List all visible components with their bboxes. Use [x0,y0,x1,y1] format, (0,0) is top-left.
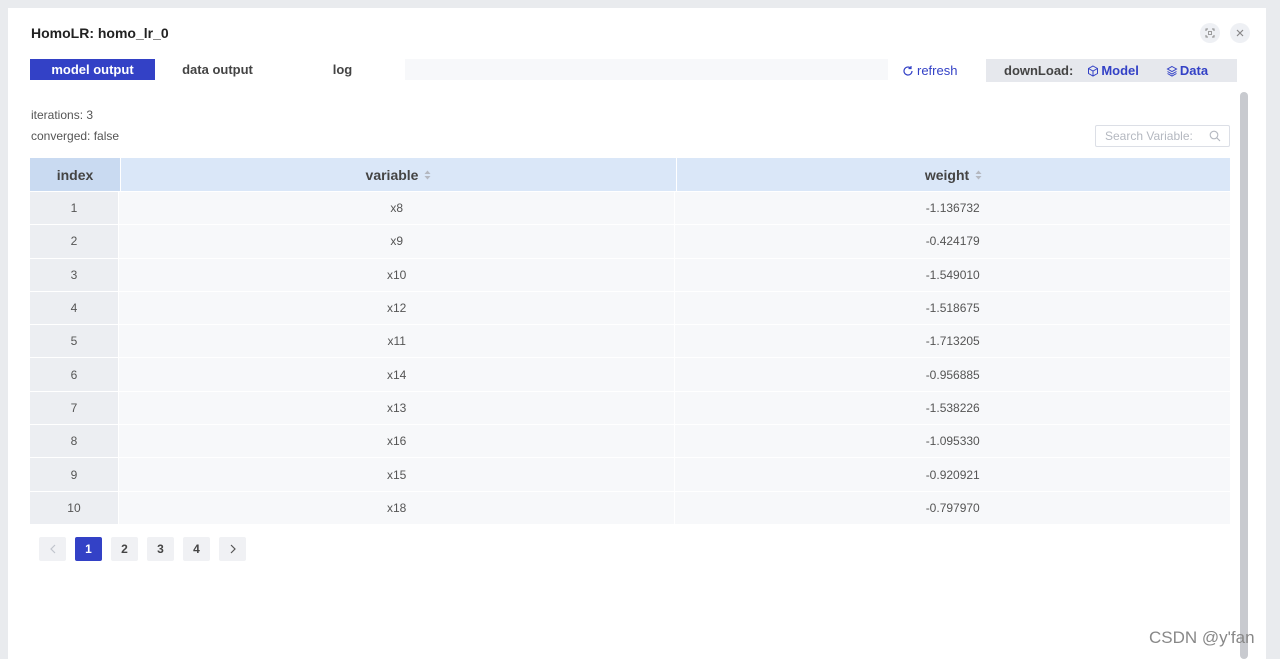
download-data-label: Data [1179,63,1209,78]
layers-icon [1166,65,1178,77]
cell-weight: -1.549010 [675,258,1230,291]
table-row: 5 x11 -1.713205 [30,324,1230,358]
table-header: index variable weight [30,158,1230,191]
chevron-left-icon [49,544,55,554]
converged-text: converged: false [31,129,120,143]
search-box[interactable] [1095,125,1230,147]
cell-variable: x14 [118,358,675,391]
search-variable-input[interactable] [1105,129,1209,143]
page-button-1[interactable]: 1 [75,537,102,561]
cell-variable: x16 [118,425,675,458]
cell-index: 1 [30,192,118,225]
cell-weight: -0.956885 [675,358,1230,391]
iterations-text: iterations: 3 [31,108,94,122]
cell-index: 5 [30,325,118,358]
cell-weight: -0.920921 [675,458,1230,491]
cell-weight: -1.713205 [675,325,1230,358]
search-icon [1209,130,1221,142]
close-icon[interactable] [1230,23,1250,43]
cell-variable: x15 [118,458,675,491]
cell-index: 4 [30,291,118,325]
table-row: 1 x8 -1.136732 [30,191,1230,225]
output-tabs: model output data output log [30,59,405,80]
cube-icon [1088,64,1099,77]
cell-weight: -1.518675 [675,291,1230,325]
sort-icon[interactable] [424,170,431,180]
column-header-label: weight [924,166,970,183]
refresh-label: refresh [917,63,958,78]
cell-variable: x9 [118,225,675,258]
table-row: 8 x16 -1.095330 [30,424,1230,458]
prev-page-button[interactable] [39,537,66,561]
weights-table: index variable weight 1 x8 -1.136732 2 x… [30,158,1230,524]
cell-variable: x11 [118,325,675,358]
cell-variable: x13 [118,391,675,425]
table-row: 10 x18 -0.797970 [30,490,1230,524]
refresh-icon [903,65,913,76]
dialog-title: HomoLR: homo_lr_0 [31,25,169,41]
column-header-weight[interactable]: weight [677,158,1230,191]
fullscreen-icon[interactable] [1200,23,1220,43]
download-data-button[interactable]: Data [1166,63,1208,78]
tab-data-output[interactable]: data output [155,59,280,80]
pagination: 1 2 3 4 [39,537,246,561]
watermark: CSDN @y'fan [1149,628,1255,647]
cell-index: 7 [30,391,118,425]
model-output-dialog: HomoLR: homo_lr_0 model output data outp… [8,8,1266,659]
cell-weight: -1.538226 [675,391,1230,425]
cell-index: 3 [30,258,118,291]
cell-index: 6 [30,358,118,391]
chevron-right-icon [230,544,236,554]
cell-variable: x18 [118,491,675,524]
column-header-variable[interactable]: variable [121,158,676,191]
cell-index: 8 [30,425,118,458]
download-model-button[interactable]: Model [1087,63,1139,78]
tab-log[interactable]: log [280,59,405,80]
cell-weight: -0.424179 [675,225,1230,258]
cell-variable: x12 [118,291,675,325]
tab-bar-filler [405,59,888,80]
page-button-2[interactable]: 2 [111,537,138,561]
sort-icon[interactable] [975,170,982,180]
table-row: 9 x15 -0.920921 [30,457,1230,491]
download-model-label: Model [1101,63,1139,78]
next-page-button[interactable] [219,537,246,561]
table-row: 3 x10 -1.549010 [30,257,1230,291]
column-header-label: index [56,166,94,183]
cell-index: 9 [30,458,118,491]
vertical-scrollbar[interactable] [1240,92,1248,659]
table-row: 6 x14 -0.956885 [30,357,1230,391]
cell-weight: -1.136732 [675,192,1230,225]
table-row: 4 x12 -1.518675 [30,290,1230,325]
cell-variable: x10 [118,258,675,291]
cell-weight: -1.095330 [675,425,1230,458]
refresh-button[interactable]: refresh [902,63,957,78]
download-bar: downLoad: Model Data [986,59,1237,82]
table-row: 2 x9 -0.424179 [30,224,1230,258]
table-row: 7 x13 -1.538226 [30,390,1230,425]
cell-weight: -0.797970 [675,491,1230,524]
cell-index: 2 [30,225,118,258]
page-button-4[interactable]: 4 [183,537,210,561]
cell-variable: x8 [118,192,675,225]
download-label: downLoad: [1004,63,1074,78]
column-header-index: index [30,158,120,191]
page-button-3[interactable]: 3 [147,537,174,561]
cell-index: 10 [30,491,118,524]
column-header-label: variable [365,166,419,183]
tab-model-output[interactable]: model output [30,59,155,80]
